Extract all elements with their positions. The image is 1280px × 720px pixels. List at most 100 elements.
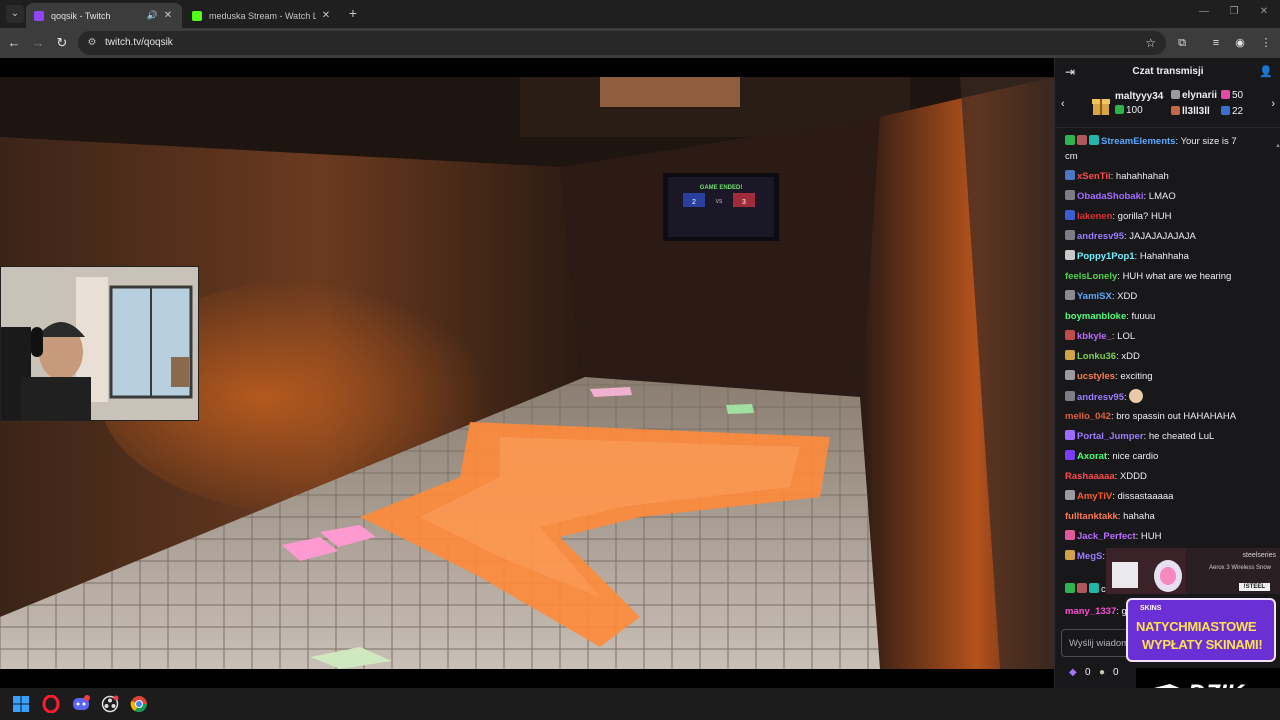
chat-text: exciting bbox=[1120, 371, 1153, 382]
address-bar[interactable]: ⚙ twitch.tv/qoqsik ☆ bbox=[78, 31, 1166, 55]
chat-username[interactable]: feelsLonely bbox=[1065, 271, 1117, 282]
site-info-icon[interactable]: ⚙ bbox=[86, 37, 98, 49]
top-gifter-name[interactable]: maltyyy34 bbox=[1115, 91, 1163, 102]
chat-badge-icon[interactable] bbox=[1065, 450, 1075, 460]
chat-badge-icon[interactable] bbox=[1065, 370, 1075, 380]
windows-start-icon[interactable] bbox=[12, 695, 30, 713]
chat-username[interactable]: Jack_Perfect bbox=[1077, 531, 1136, 542]
video-player[interactable]: GAME ENDED! 2 VS 3 bbox=[0, 58, 1054, 688]
chat-badge-icon[interactable] bbox=[1065, 210, 1075, 220]
chat-badge-icon[interactable] bbox=[1065, 290, 1075, 300]
chat-badge-icon[interactable] bbox=[1065, 583, 1075, 593]
chat-badge-icon[interactable] bbox=[1077, 135, 1087, 145]
chat-message: fulltanktakk: hahaha bbox=[1065, 509, 1271, 524]
close-window-icon[interactable]: ✕ bbox=[1257, 6, 1271, 17]
reload-button[interactable]: ↻ bbox=[54, 35, 70, 51]
chat-username[interactable]: StreamElements bbox=[1101, 136, 1175, 147]
tab-search-button[interactable]: ⌄ bbox=[6, 5, 24, 23]
skins-ad-line2: WYPŁATY SKINAMI! bbox=[1142, 637, 1263, 652]
url-text: twitch.tv/qoqsik bbox=[105, 37, 173, 48]
bookmark-star-icon[interactable]: ☆ bbox=[1145, 36, 1156, 50]
chat-badge-icon[interactable] bbox=[1065, 230, 1075, 240]
leaderboard-value: 50 bbox=[1232, 90, 1244, 101]
gift-leaderboard: ‹ maltyyy34 100 elynarii 50 ll3ll3ll 22 … bbox=[1055, 86, 1280, 128]
discord-icon[interactable] bbox=[72, 695, 90, 713]
leaderboard-name[interactable]: elynarii bbox=[1182, 90, 1217, 101]
skins-ad-banner: SKINS NATYCHMIASTOWE WYPŁATY SKINAMI! bbox=[1126, 598, 1276, 662]
chat-message: lakenen: gorilla? HUH bbox=[1065, 209, 1271, 224]
restore-icon[interactable]: ❐ bbox=[1227, 6, 1241, 17]
close-tab-icon[interactable]: ✕ bbox=[320, 10, 332, 22]
forward-button[interactable]: → bbox=[30, 35, 46, 51]
chat-badge-icon[interactable] bbox=[1089, 583, 1099, 593]
chat-username[interactable]: fulltanktakk bbox=[1065, 511, 1118, 522]
chat-text: hahahhahah bbox=[1115, 171, 1169, 182]
sub-gift-icon bbox=[1221, 90, 1230, 99]
chat-badge-icon[interactable] bbox=[1077, 583, 1087, 593]
chat-username[interactable]: mello_042 bbox=[1065, 411, 1111, 422]
chat-username[interactable]: AmyTiV bbox=[1077, 491, 1112, 502]
leaderboard-prev-icon[interactable]: ‹ bbox=[1061, 98, 1065, 110]
windows-taskbar bbox=[0, 688, 1280, 720]
chat-badge-icon[interactable] bbox=[1065, 190, 1075, 200]
obs-icon[interactable] bbox=[101, 695, 119, 713]
chat-username[interactable]: andresv95 bbox=[1077, 392, 1124, 403]
chat-username[interactable]: Portal_Jumper bbox=[1077, 431, 1144, 442]
gift-icon bbox=[1092, 99, 1110, 115]
tab-kick[interactable]: meduska Stream - Watch Live o ✕ bbox=[184, 3, 340, 28]
chat-username[interactable]: lakenen bbox=[1077, 211, 1112, 222]
chat-emote-icon[interactable] bbox=[1129, 389, 1144, 403]
chat-username[interactable]: Poppy1Pop1 bbox=[1077, 251, 1135, 262]
chat-badge-icon[interactable] bbox=[1065, 350, 1075, 360]
chat-badge-icon[interactable] bbox=[1065, 135, 1075, 145]
new-tab-button[interactable]: + bbox=[346, 6, 360, 20]
chat-username[interactable]: ObadaShobaki bbox=[1077, 191, 1144, 202]
chat-username[interactable]: xSenTii bbox=[1077, 171, 1111, 182]
extensions-icon[interactable]: ⧉ bbox=[1174, 35, 1190, 51]
chat-badge-icon[interactable] bbox=[1065, 430, 1075, 440]
speaker-icon[interactable]: 🔊 bbox=[147, 10, 158, 21]
chat-badge-icon[interactable] bbox=[1065, 490, 1075, 500]
chat-username[interactable]: kbkyle_ bbox=[1077, 331, 1112, 342]
chat-username[interactable]: MegS bbox=[1077, 551, 1102, 562]
chat-badge-icon[interactable] bbox=[1065, 391, 1075, 401]
community-icon[interactable]: 👤 bbox=[1259, 65, 1273, 78]
chat-badge-icon[interactable] bbox=[1065, 250, 1075, 260]
chat-title: Czat transmisji bbox=[1132, 66, 1204, 77]
chat-username[interactable]: Lonku36 bbox=[1077, 351, 1116, 362]
chat-message: YamiSX: XDD bbox=[1065, 289, 1271, 304]
close-tab-icon[interactable]: ✕ bbox=[162, 10, 174, 22]
chat-username[interactable]: andresv95 bbox=[1077, 231, 1124, 242]
chat-badge-icon[interactable] bbox=[1065, 530, 1075, 540]
tab-twitch[interactable]: qoqsik - Twitch 🔊 ✕ bbox=[26, 3, 182, 28]
profile-icon[interactable]: ◉ bbox=[1232, 35, 1248, 51]
bits-icon[interactable]: ◆ bbox=[1069, 667, 1077, 678]
chat-message: Poppy1Pop1: Hahahhaha bbox=[1065, 249, 1271, 264]
tv-score-left: 2 bbox=[692, 199, 696, 206]
channel-points-icon[interactable]: ● bbox=[1099, 667, 1105, 678]
back-button[interactable]: ← bbox=[6, 35, 22, 51]
opera-icon[interactable] bbox=[42, 695, 60, 713]
tab-title: meduska Stream - Watch Live o bbox=[209, 10, 316, 21]
chat-username[interactable]: ucstyles bbox=[1077, 371, 1115, 382]
chat-username[interactable]: many_1337 bbox=[1065, 606, 1116, 617]
leaderboard-next-icon[interactable]: › bbox=[1271, 98, 1275, 110]
chrome-icon[interactable] bbox=[130, 695, 148, 713]
chat-text: Hahahhaha bbox=[1139, 251, 1189, 262]
chat-username[interactable]: boymanbloke bbox=[1065, 311, 1126, 322]
chat-username[interactable]: Axorat bbox=[1077, 451, 1107, 462]
chat-text: XDDD bbox=[1119, 471, 1147, 482]
minimize-icon[interactable]: — bbox=[1197, 6, 1211, 17]
chat-badge-icon[interactable] bbox=[1065, 550, 1075, 560]
chat-username[interactable]: YamiSX bbox=[1077, 291, 1112, 302]
chat-username[interactable]: Rashaaaaa bbox=[1065, 471, 1115, 482]
media-controls-icon[interactable]: ≡ bbox=[1208, 35, 1224, 51]
chat-badge-icon[interactable] bbox=[1065, 170, 1075, 180]
tv-score-right: 3 bbox=[742, 199, 746, 206]
leaderboard-name[interactable]: ll3ll3ll bbox=[1182, 106, 1210, 117]
chat-scrollbar[interactable]: ▲ bbox=[1275, 134, 1280, 614]
chat-badge-icon[interactable] bbox=[1065, 330, 1075, 340]
menu-kebab-icon[interactable]: ⋮ bbox=[1258, 35, 1274, 51]
chat-text: LMAO bbox=[1148, 191, 1176, 202]
chat-badge-icon[interactable] bbox=[1089, 135, 1099, 145]
